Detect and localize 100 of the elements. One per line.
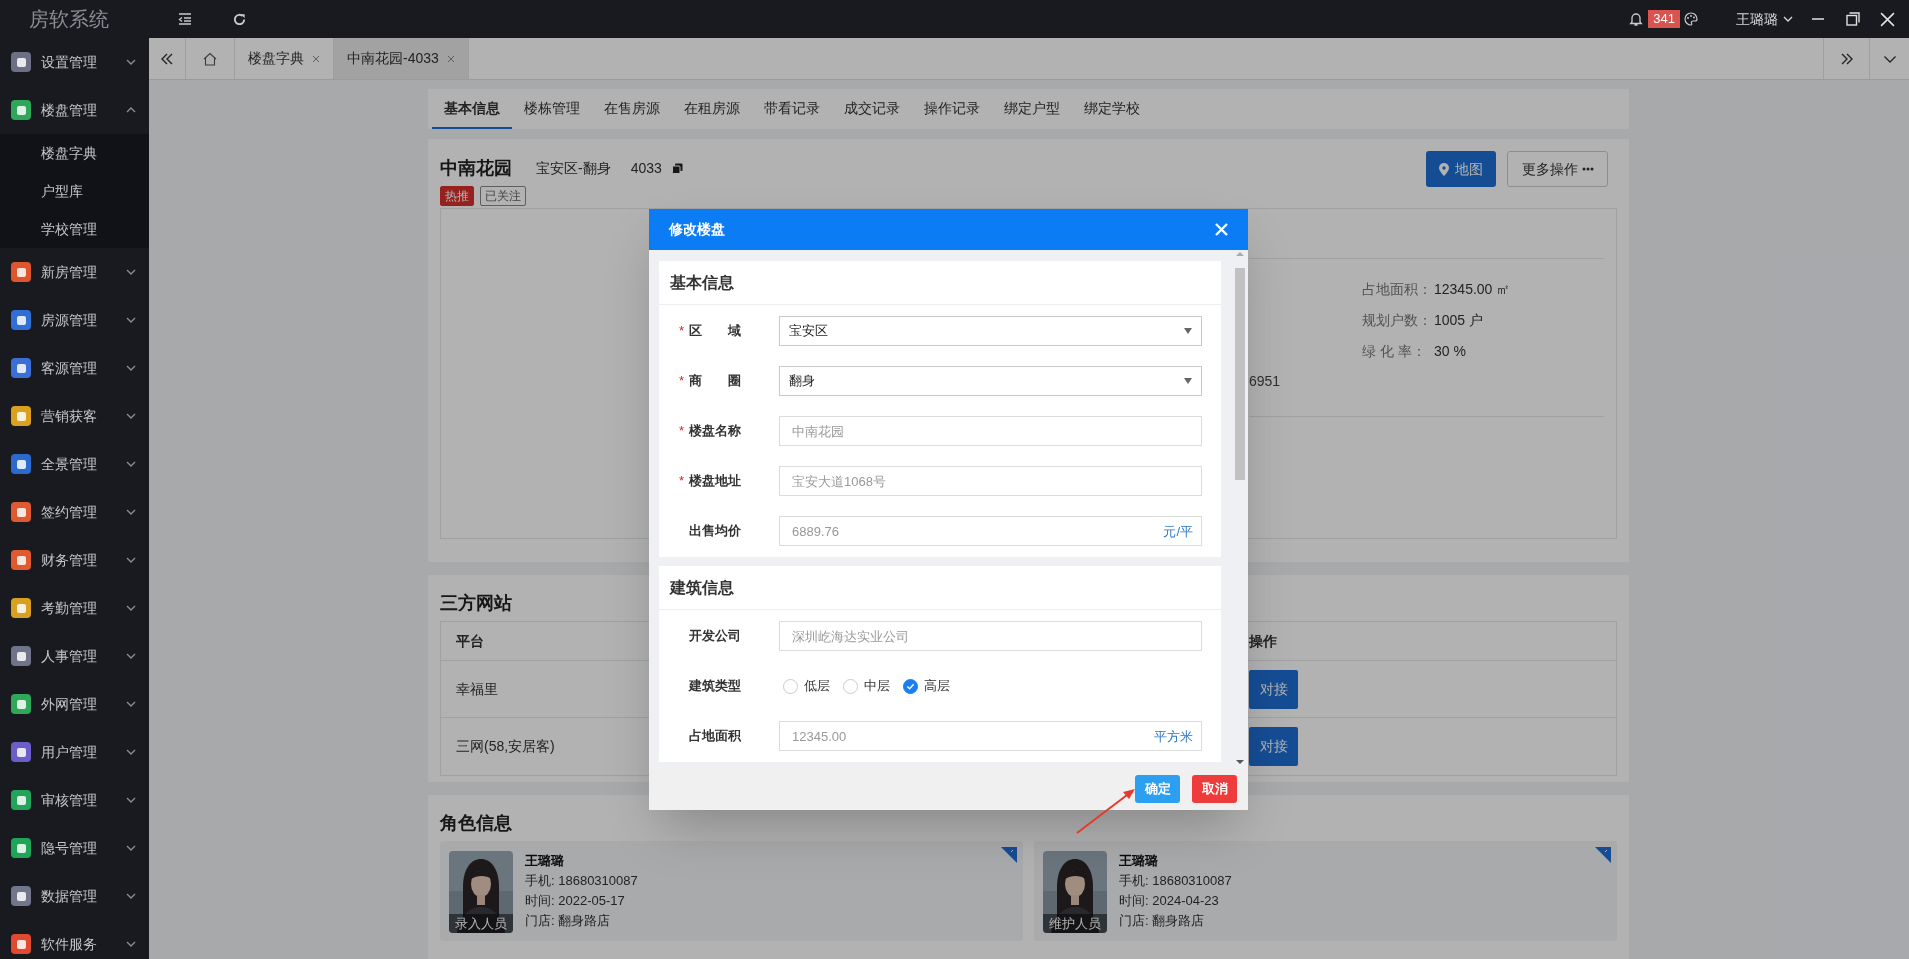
sidebar-item[interactable]: 全景管理 [0, 440, 149, 488]
double-chevron-right-icon [1839, 51, 1854, 66]
estate-code: 4033 [630, 159, 662, 178]
field-label: 占地面积 [689, 727, 741, 746]
sub-tab[interactable]: 成交记录 [832, 89, 912, 129]
required-mark: * [679, 322, 685, 341]
radio-button[interactable] [903, 678, 918, 694]
time-text: 时间: 2022-05-17 [525, 892, 626, 910]
detail-value: 30 % [1434, 342, 1466, 361]
required-mark: * [679, 422, 685, 441]
sub-tab[interactable]: 基本信息 [432, 89, 512, 129]
sidebar-item[interactable]: 签约管理 [0, 488, 149, 536]
column-header: 平台 [456, 631, 484, 651]
detail-value: 6951 [1249, 372, 1282, 391]
table-cell-text: 幸福里 [456, 679, 498, 699]
radio-label[interactable]: 高层 [924, 676, 950, 696]
section-title: 三方网站 [440, 592, 512, 615]
sub-tab[interactable]: 绑定户型 [992, 89, 1072, 129]
input-field[interactable]: 中南花园 [779, 416, 1202, 446]
sidebar-item[interactable]: 数据管理 [0, 872, 149, 920]
sidebar-label: 数据管理 [41, 886, 98, 906]
phone-text: 手机: 18680310087 [1119, 872, 1232, 890]
location-pin-icon [1439, 162, 1449, 176]
more-actions-button[interactable]: 更多操作 [1507, 151, 1608, 187]
estate-name: 中南花园 [440, 157, 512, 180]
detail-label: 占地面积： [1362, 280, 1433, 299]
sidebar-item[interactable]: 审核管理 [0, 776, 149, 824]
connect-button[interactable]: 对接 [1249, 669, 1298, 709]
sub-tab[interactable]: 在售房源 [592, 89, 672, 129]
store-text: 门店: 翻身路店 [525, 912, 612, 930]
user-menu[interactable]: 王璐璐 [1736, 8, 1794, 30]
refresh-icon[interactable] [232, 11, 247, 27]
select-field[interactable]: 翻身 [779, 366, 1202, 396]
sidebar-item[interactable]: 用户管理 [0, 728, 149, 776]
sidebar-label: 房源管理 [41, 310, 98, 330]
sidebar-label: 营销获客 [41, 406, 98, 426]
unit-label: 元/平 [1163, 523, 1193, 541]
sidebar-label: 全景管理 [41, 454, 98, 474]
sidebar-item[interactable]: 考勤管理 [0, 584, 149, 632]
unit-label: 平方米 [1154, 728, 1193, 746]
sidebar-label: 用户管理 [41, 742, 98, 762]
check-icon [906, 681, 915, 691]
sidebar-item[interactable]: 外网管理 [0, 680, 149, 728]
field-label: 建筑类型 [689, 677, 741, 696]
sub-tab[interactable]: 操作记录 [912, 89, 992, 129]
dropdown-caret-icon [1184, 328, 1192, 334]
table-cell-text: 三网(58,安居客) [456, 737, 555, 756]
bell-icon[interactable] [1628, 11, 1645, 27]
map-button[interactable]: 地图 [1426, 151, 1496, 187]
copy-icon[interactable] [671, 163, 683, 174]
sidebar-item[interactable]: 人事管理 [0, 632, 149, 680]
sidebar-item[interactable]: 隐号管理 [0, 824, 149, 872]
restore-icon[interactable] [1846, 12, 1860, 26]
input-field[interactable]: 宝安大道1068号 [779, 466, 1202, 496]
corner-flag-icon [1595, 847, 1611, 863]
sidebar-item[interactable]: 客源管理 [0, 344, 149, 392]
sidebar-subitem[interactable]: 楼盘字典 [41, 142, 97, 164]
tag: 已关注 [480, 186, 526, 206]
field-label: 楼盘地址 [689, 472, 741, 491]
input-field[interactable]: 深圳屹海达实业公司 [779, 621, 1202, 651]
field-label: 区 域 [689, 322, 741, 341]
sub-tab[interactable]: 绑定学校 [1072, 89, 1152, 129]
sidebar-item[interactable]: 营销获客 [0, 392, 149, 440]
tag: 热推 [440, 186, 474, 206]
app-logo: 房软系统 [28, 7, 110, 32]
radio-label[interactable]: 低层 [804, 676, 830, 696]
sidebar-label: 人事管理 [41, 646, 98, 666]
sidebar-label: 楼盘管理 [41, 100, 98, 120]
radio-button[interactable] [843, 678, 858, 694]
field-label: 出售均价 [689, 522, 741, 541]
column-header: 操作 [1249, 631, 1277, 651]
form-section-title: 基本信息 [670, 272, 734, 293]
sidebar-item[interactable]: 房源管理 [0, 296, 149, 344]
radio-label[interactable]: 中层 [864, 676, 890, 696]
double-chevron-left-icon [160, 51, 174, 66]
select-field[interactable]: 宝安区 [779, 316, 1202, 346]
sidebar-item[interactable]: 设置管理 [0, 38, 149, 86]
radio-button[interactable] [783, 678, 798, 694]
connect-button[interactable]: 对接 [1249, 727, 1298, 766]
cancel-button[interactable]: 取消 [1192, 775, 1237, 803]
page-tab[interactable]: 中南花园-4033 [334, 38, 469, 79]
time-text: 时间: 2024-04-23 [1119, 892, 1220, 910]
sidebar-label: 外网管理 [41, 694, 98, 714]
sidebar-label: 客源管理 [41, 358, 98, 378]
sub-tab[interactable]: 在租房源 [672, 89, 752, 129]
section-title: 角色信息 [440, 812, 512, 835]
sidebar-item[interactable]: 软件服务 [0, 920, 149, 959]
required-mark: * [679, 472, 685, 491]
sidebar-item[interactable]: 新房管理 [0, 248, 149, 296]
sub-tab[interactable]: 楼栋管理 [512, 89, 592, 129]
sidebar-subitem[interactable]: 户型库 [41, 180, 83, 202]
sidebar-item[interactable]: 楼盘管理 [0, 86, 149, 134]
palette-icon[interactable] [1683, 11, 1699, 27]
menu-fold-icon[interactable] [177, 11, 193, 27]
estate-district: 宝安区-翻身 [536, 159, 611, 178]
sidebar-subitem[interactable]: 学校管理 [41, 218, 97, 240]
sidebar-label: 隐号管理 [41, 838, 98, 858]
sidebar-item[interactable]: 财务管理 [0, 536, 149, 584]
sub-tab[interactable]: 带看记录 [752, 89, 832, 129]
more-icon [1581, 167, 1594, 171]
